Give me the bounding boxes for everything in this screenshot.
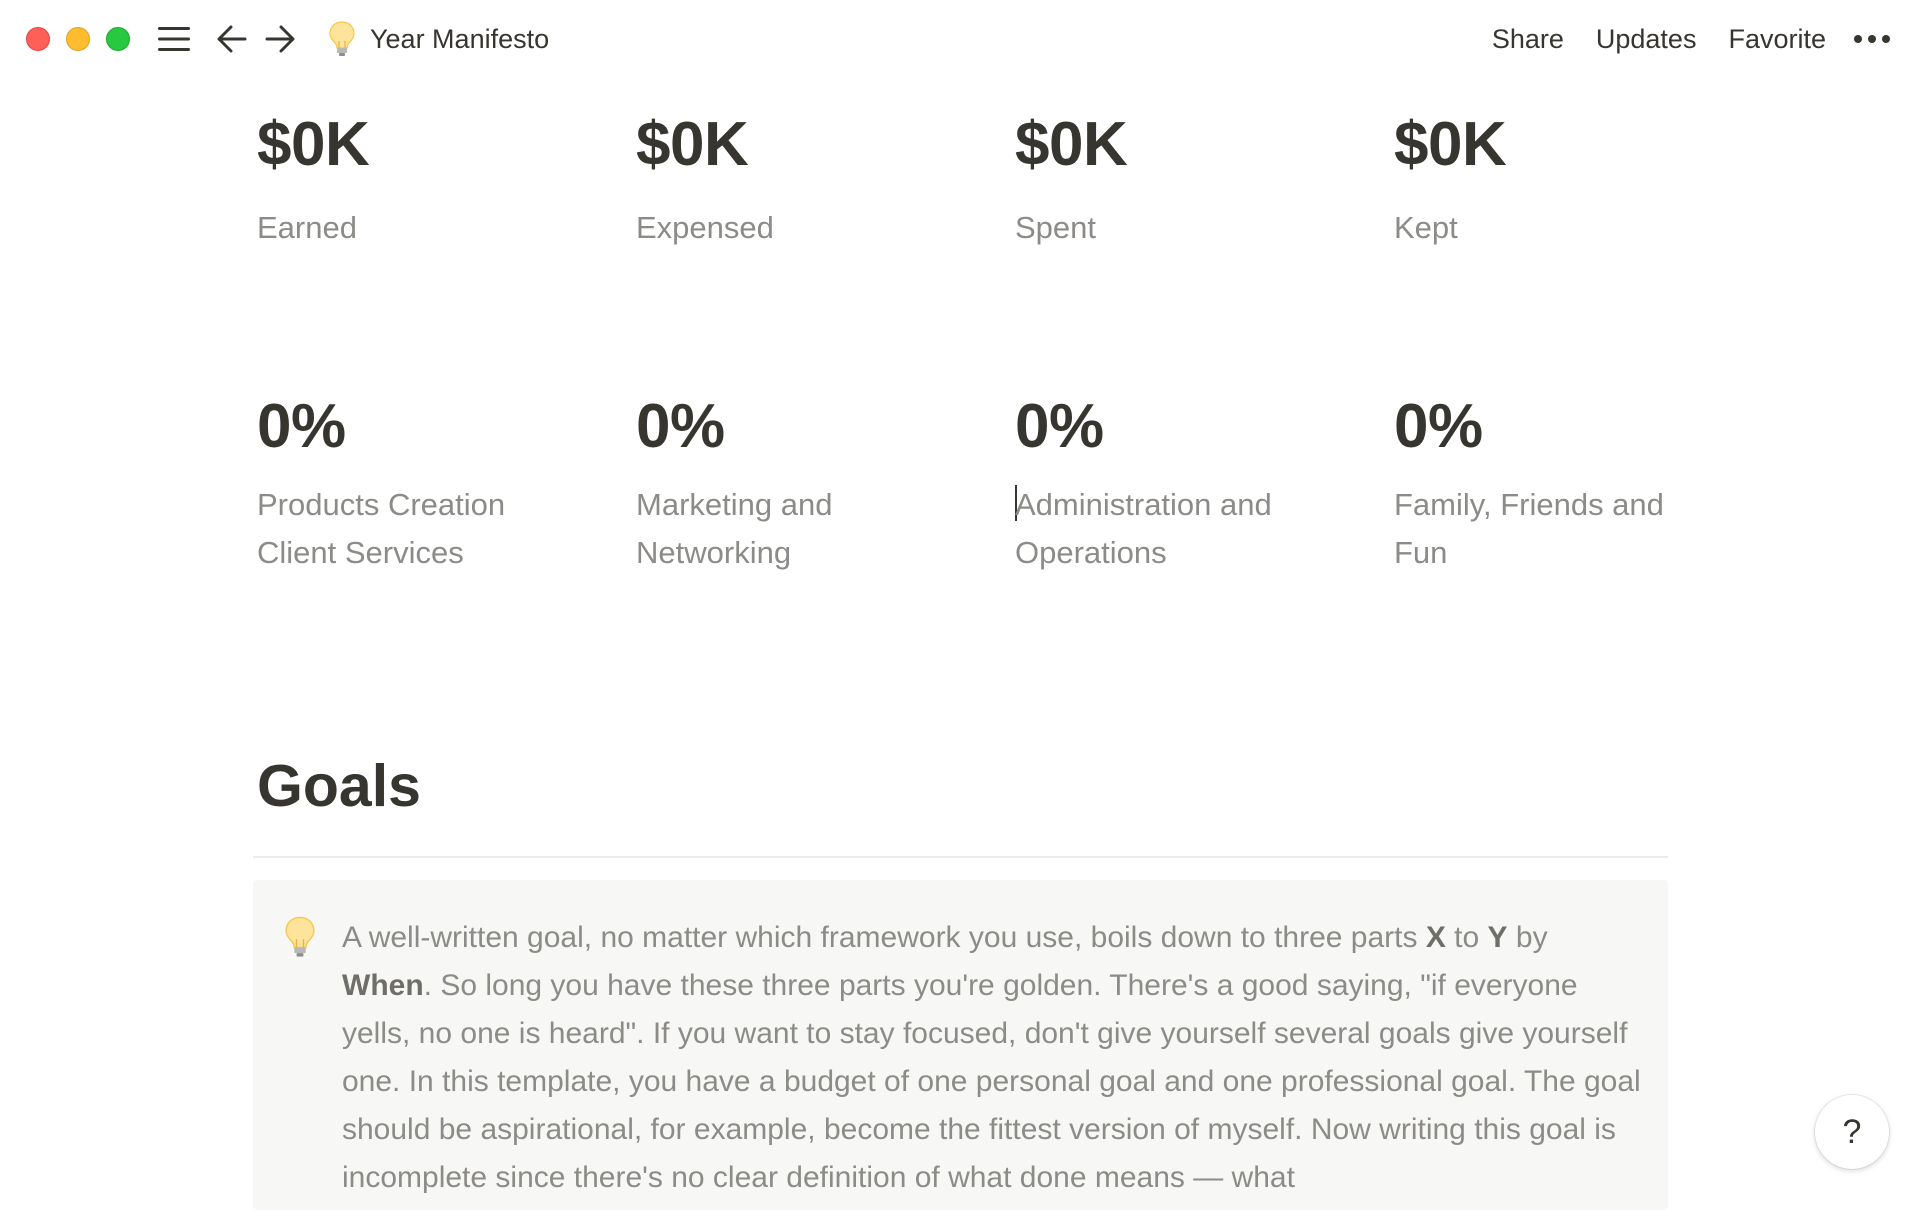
callout-text-part: A well-written goal, no matter which fra… [342, 921, 1426, 954]
stat-products-creation[interactable]: 0% Products Creation Client Services [257, 396, 636, 577]
stat-label[interactable]: Administration and Operations [1015, 481, 1305, 577]
percent-stats: 0% Products Creation Client Services 0% … [257, 396, 1773, 577]
updates-button[interactable]: Updates [1596, 24, 1697, 55]
stat-value: 0% [257, 392, 346, 461]
stat-kept[interactable]: $0K Kept [1394, 114, 1773, 252]
stat-marketing[interactable]: 0% Marketing and Networking [636, 396, 1015, 577]
help-label: ? [1842, 1112, 1862, 1151]
maximize-window-button[interactable] [106, 27, 130, 51]
goals-callout[interactable]: A well-written goal, no matter which fra… [253, 880, 1668, 1210]
more-icon[interactable] [1852, 19, 1892, 59]
share-button[interactable]: Share [1492, 24, 1564, 55]
stat-earned[interactable]: $0K Earned [257, 114, 636, 252]
stat-spent[interactable]: $0K Spent [1015, 114, 1394, 252]
goals-heading[interactable]: Goals [257, 752, 421, 820]
stat-value: $0K [257, 110, 370, 179]
forward-arrow-icon[interactable] [260, 19, 300, 59]
back-arrow-icon[interactable] [212, 19, 252, 59]
stat-label: Spent [1015, 210, 1097, 245]
stat-expensed[interactable]: $0K Expensed [636, 114, 1015, 252]
page-title[interactable]: Year Manifesto [370, 24, 549, 55]
window-controls [26, 27, 146, 51]
callout-bold-y: Y [1487, 921, 1508, 954]
callout-text-part: . So long you have these three parts you… [342, 969, 1641, 1194]
stat-value: $0K [1015, 110, 1128, 179]
lightbulb-icon[interactable] [322, 19, 362, 59]
stat-label: Marketing and Networking [636, 487, 833, 570]
stat-value: 0% [1394, 392, 1483, 461]
help-button[interactable]: ? [1815, 1095, 1889, 1169]
callout-bold-x: X [1425, 921, 1446, 954]
stat-label-text: Administration and Operations [1015, 487, 1272, 570]
menu-icon[interactable] [154, 19, 194, 59]
stat-label: Earned [257, 210, 357, 245]
stat-value: $0K [636, 110, 749, 179]
stat-label: Kept [1394, 210, 1458, 245]
money-stats: $0K Earned $0K Expensed $0K Spent $0K Ke… [257, 114, 1773, 252]
divider [253, 856, 1668, 858]
favorite-button[interactable]: Favorite [1728, 24, 1826, 55]
lightbulb-icon[interactable] [285, 916, 315, 963]
stat-value: 0% [636, 392, 725, 461]
stat-family[interactable]: 0% Family, Friends and Fun [1394, 396, 1773, 577]
stat-label: Family, Friends and Fun [1394, 487, 1664, 570]
stat-value: 0% [1015, 392, 1104, 461]
stat-label: Expensed [636, 210, 774, 245]
callout-bold-when: When [342, 969, 424, 1002]
toolbar-actions: Share Updates Favorite [1460, 19, 1892, 59]
callout-text-part: to [1445, 921, 1488, 954]
stat-value: $0K [1394, 110, 1507, 179]
stat-label: Products Creation Client Services [257, 487, 506, 570]
minimize-window-button[interactable] [66, 27, 90, 51]
close-window-button[interactable] [26, 27, 50, 51]
callout-text-part: by [1507, 921, 1548, 954]
stat-administration[interactable]: 0% Administration and Operations [1015, 396, 1394, 577]
window-toolbar: Year Manifesto Share Updates Favorite [0, 0, 1920, 78]
callout-text[interactable]: A well-written goal, no matter which fra… [342, 914, 1642, 1202]
